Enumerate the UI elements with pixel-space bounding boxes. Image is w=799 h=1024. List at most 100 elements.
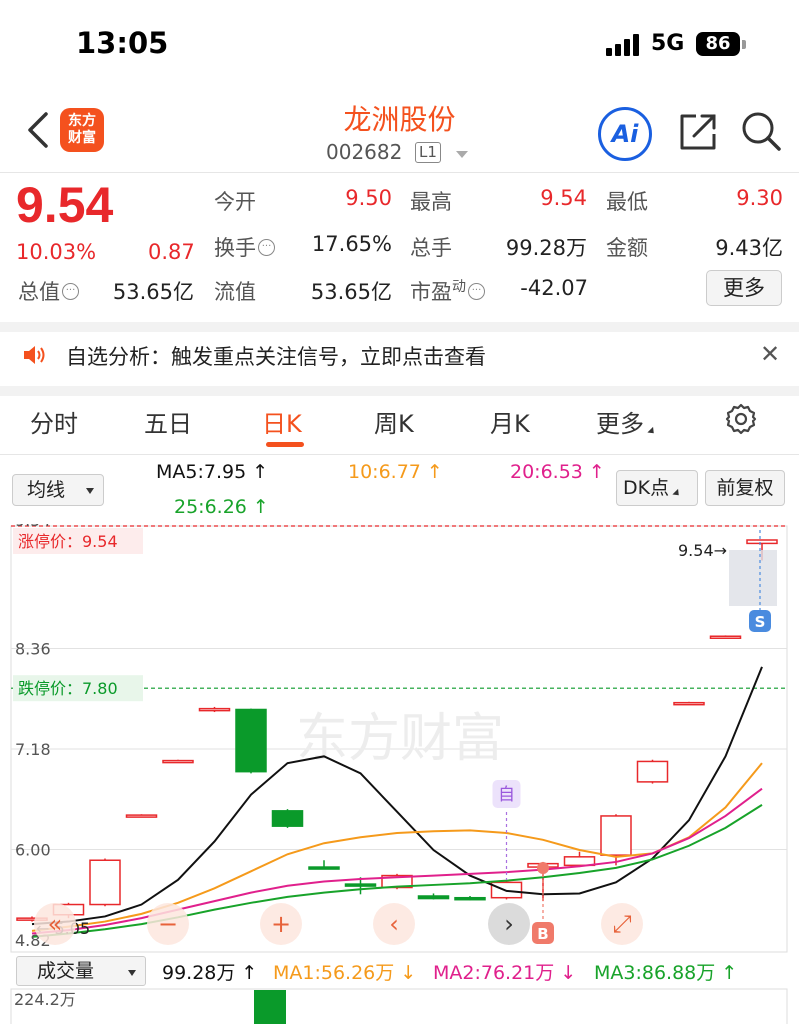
tab-monthly-k[interactable]: 月K <box>490 404 530 439</box>
pe-value: -42.07 <box>520 276 588 300</box>
candle <box>746 539 778 545</box>
candle <box>271 810 304 827</box>
turnover-value: 17.65% <box>311 232 392 256</box>
price-axis-label: 7.18 <box>15 740 51 759</box>
candle <box>454 896 486 901</box>
search-icon[interactable] <box>740 110 782 152</box>
low-value: 9.30 <box>736 186 783 210</box>
candle <box>417 895 450 900</box>
mcap-value: 53.65亿 <box>112 280 194 304</box>
tab-five-day[interactable]: 五日 <box>144 404 192 439</box>
chart-nav-button-label: › <box>504 910 514 938</box>
signal-icon <box>606 34 644 56</box>
float-value: 53.65亿 <box>310 280 392 304</box>
sell-marker-label: S <box>755 613 766 631</box>
info-icon[interactable]: ··· <box>258 239 275 256</box>
volume-value: 99.28万 ↑ <box>162 962 258 984</box>
active-tab-indicator <box>266 442 304 447</box>
price-axis-label: 6.00 <box>15 841 51 860</box>
candle <box>89 859 121 906</box>
open-label: 今开 <box>214 190 256 214</box>
ai-button[interactable]: Ai <box>598 107 652 161</box>
stock-code: 002682 <box>326 140 403 164</box>
self-marker-label: 自 <box>498 785 515 805</box>
battery-icon: 86 <box>696 32 740 56</box>
volume-type-select[interactable]: 成交量 <box>16 956 146 986</box>
volume-bar <box>254 990 286 1024</box>
notice-text: 自选分析：触发重点关注信号，立即点击查看 <box>66 345 486 369</box>
price-axis-label: 9.54 <box>15 524 51 530</box>
dk-point-button[interactable]: DK点 <box>616 470 698 506</box>
level-caret-icon[interactable] <box>456 151 468 158</box>
volume-ma1: MA1:56.26万 ↓ <box>273 962 417 984</box>
pe-label: 市盈动 ··· <box>410 276 485 306</box>
float-label: 流值 <box>214 280 256 304</box>
volume-chart: 224.2万 <box>10 988 788 1024</box>
open-value: 9.50 <box>345 186 392 210</box>
low-label: 最低 <box>606 190 648 214</box>
chart-nav-button-label: ⤢ <box>612 910 631 938</box>
ma-type-select[interactable]: 均线 <box>12 474 104 506</box>
limit-down-label: 跌停价：7.80 <box>18 679 118 698</box>
tab-daily-k[interactable]: 日K <box>262 404 302 439</box>
volume-ma3: MA3:86.88万 ↑ <box>594 962 738 984</box>
price-shade <box>729 550 777 606</box>
volume-value: 99.28万 <box>505 236 587 260</box>
price-axis-label: 8.36 <box>15 640 51 659</box>
candle <box>198 707 231 712</box>
tab-intraday[interactable]: 分时 <box>30 404 78 439</box>
chart-nav-button-label: ‹ <box>389 910 399 938</box>
section-gap <box>0 322 799 332</box>
high-value: 9.54 <box>540 186 587 210</box>
ma5-value: MA5:7.95 ↑ <box>156 461 269 483</box>
change-percent: 10.03% <box>16 240 97 264</box>
change-amount: 0.87 <box>148 240 195 264</box>
ma20-value: 20:6.53 ↑ <box>510 461 605 483</box>
high-label: 最高 <box>410 190 452 214</box>
gear-icon[interactable] <box>724 402 758 436</box>
candle <box>125 814 158 818</box>
chevron-down-icon <box>128 970 136 976</box>
turnover-label: 换手 ··· <box>214 232 275 262</box>
tab-weekly-k[interactable]: 周K <box>374 404 414 439</box>
candle <box>600 815 632 856</box>
info-icon[interactable]: ··· <box>468 283 485 300</box>
candle <box>673 701 705 706</box>
caret-icon <box>672 488 682 499</box>
network-label: 5G <box>651 31 685 56</box>
candle <box>344 883 377 887</box>
candle <box>162 759 194 764</box>
battery-tip <box>742 40 746 49</box>
level-badge[interactable]: L1 <box>415 142 441 163</box>
buy-marker-label: B <box>537 925 548 943</box>
amount-label: 金额 <box>606 236 648 260</box>
volume-label: 总手 <box>410 236 452 260</box>
volume-frame <box>10 988 788 1024</box>
nav-bar: 东方 财富 龙洲股份 002682 L1 Ai <box>0 90 799 172</box>
candle <box>636 760 669 783</box>
share-icon[interactable] <box>676 110 720 154</box>
chart-watermark: 东方财富 <box>296 709 504 769</box>
more-button[interactable]: 更多 <box>706 270 782 306</box>
candlestick-chart[interactable]: 东方财富 涨停价：9.54跌停价：7.80 9.548.367.186.004.… <box>0 524 799 954</box>
notice-bar[interactable]: 自选分析：触发重点关注信号，立即点击查看 ✕ <box>0 332 799 386</box>
volume-max-label: 224.2万 <box>14 990 76 1009</box>
status-time: 13:05 <box>76 26 169 60</box>
adjust-button[interactable]: 前复权 <box>705 470 785 506</box>
volume-ma2: MA2:76.21万 ↓ <box>433 962 577 984</box>
chart-nav-button-label: − <box>158 910 178 938</box>
last-price-label: 9.54→ <box>678 541 727 560</box>
period-tabs: 分时 五日 日K 周K 月K 更多 <box>0 396 799 454</box>
tabs-divider <box>0 454 799 455</box>
ma10-value: 10:6.77 ↑ <box>348 461 443 483</box>
close-icon[interactable]: ✕ <box>760 340 780 368</box>
info-icon[interactable]: ··· <box>62 283 79 300</box>
ma25-value: 25:6.26 ↑ <box>174 496 269 518</box>
chevron-down-icon <box>86 488 94 494</box>
caret-icon <box>647 426 657 437</box>
speaker-icon <box>24 346 45 364</box>
status-bar: 13:05 5G 86 <box>0 0 799 90</box>
ma-indicator-row: 均线 MA5:7.95 ↑ 10:6.77 ↑ 20:6.53 ↑ 25:6.2… <box>0 456 799 524</box>
candle <box>235 708 267 773</box>
tab-more[interactable]: 更多 <box>596 404 657 439</box>
